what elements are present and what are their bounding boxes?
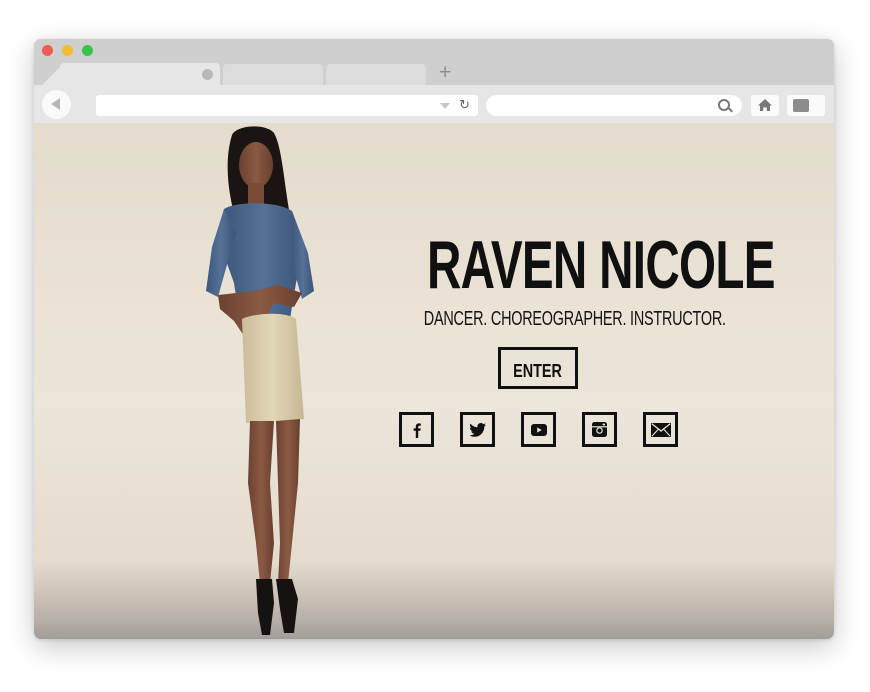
tab-bar: + [34,39,834,85]
tab-3[interactable] [326,64,426,85]
browser-window: + ↻ RAVEN NICOLE DANCER. CHOREOGRAPHER. … [34,39,834,639]
address-bar[interactable]: ↻ [96,95,478,116]
search-icon[interactable] [718,99,730,111]
facebook-link[interactable] [399,412,434,447]
email-link[interactable] [643,412,678,447]
tagline: DANCER. CHOREOGRAPHER. INSTRUCTOR. [423,308,726,330]
browser-toolbar: ↻ [34,85,834,123]
home-icon [758,99,772,111]
page-content: RAVEN NICOLE DANCER. CHOREOGRAPHER. INST… [34,123,834,639]
page-title: RAVEN NICOLE [427,227,775,303]
extension-icon [793,99,809,112]
new-tab-button[interactable]: + [438,61,452,83]
youtube-link[interactable] [521,412,556,447]
tab-corner [42,67,60,85]
envelope-icon [650,422,671,437]
reload-icon[interactable]: ↻ [459,96,470,115]
zoom-window-button[interactable] [82,45,93,56]
model-photo [206,126,314,635]
home-button[interactable] [751,95,779,116]
enter-button[interactable]: ENTER [498,347,578,389]
twitter-icon [469,422,486,437]
tab-close-icon[interactable] [202,69,213,80]
tab-2[interactable] [223,64,323,85]
instagram-icon [592,422,607,437]
tab-active[interactable] [60,63,220,85]
twitter-link[interactable] [460,412,495,447]
search-input[interactable] [486,95,742,116]
youtube-icon [530,423,547,436]
back-button[interactable] [42,90,71,119]
hero-text: RAVEN NICOLE DANCER. CHOREOGRAPHER. INST… [379,227,776,331]
minimize-window-button[interactable] [62,45,73,56]
chevron-down-icon[interactable] [440,103,450,109]
extension-button[interactable] [787,95,825,116]
enter-button-label: ENTER [513,361,563,381]
instagram-link[interactable] [582,412,617,447]
close-window-button[interactable] [42,45,53,56]
facebook-icon [413,422,421,438]
